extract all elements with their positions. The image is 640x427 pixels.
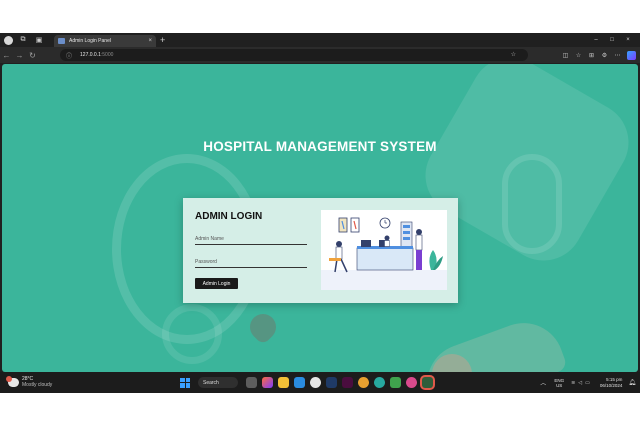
clock-date: 06/10/2024 xyxy=(599,382,623,388)
more-menu-icon[interactable]: ⋯ xyxy=(611,52,624,59)
copilot-app-icon[interactable] xyxy=(261,377,273,388)
workspaces-icon[interactable]: ⧉ xyxy=(17,35,29,45)
login-heading: ADMIN LOGIN xyxy=(195,211,263,222)
chrome-icon[interactable] xyxy=(357,377,369,388)
cloudy-weather-icon xyxy=(6,375,19,387)
adobe-xd-icon[interactable] xyxy=(341,377,353,388)
tab-close-icon[interactable]: × xyxy=(148,38,152,44)
app-green-icon[interactable] xyxy=(389,377,401,388)
browser-window: ⧉ ▣ Admin Login Panel × + – □ × ← → ↻ ⓘ … xyxy=(0,33,640,393)
profile-avatar[interactable] xyxy=(4,35,13,45)
taskbar-search-label: Search xyxy=(203,379,219,386)
minimize-button[interactable]: – xyxy=(588,37,604,43)
split-screen-icon[interactable]: ◫ xyxy=(559,52,572,59)
browser-toolbar: ◫ ☆ ⊞ ⚙ ⋯ xyxy=(559,49,636,61)
file-explorer-icon[interactable] xyxy=(277,377,289,388)
extensions-icon[interactable]: ⚙ xyxy=(598,52,611,59)
mask-strap-decoration xyxy=(502,154,562,254)
refresh-icon[interactable]: ↻ xyxy=(26,51,39,60)
tab-title: Admin Login Panel xyxy=(69,38,111,44)
admin-name-input[interactable] xyxy=(195,231,307,245)
vscode-icon[interactable] xyxy=(293,377,305,388)
forward-icon[interactable]: → xyxy=(13,51,26,60)
site-info-icon[interactable]: ⓘ xyxy=(66,51,72,60)
taskbar-apps: Search xyxy=(180,375,435,390)
login-card: ADMIN LOGIN Admin Login xyxy=(183,198,458,303)
address-bar[interactable]: ⓘ 127.0.0.1:5000 ☆ xyxy=(60,49,528,61)
system-tray: ︿ ENG US ≋◁▭ 5:15 pm 06/10/2024 🔔︎ xyxy=(540,375,636,390)
network-sound-battery-icons[interactable]: ≋◁▭ xyxy=(571,380,593,386)
app-pink-icon[interactable] xyxy=(405,377,417,388)
edge-icon[interactable] xyxy=(373,377,385,388)
lang-bottom: US xyxy=(556,382,563,388)
new-tab-button[interactable]: + xyxy=(160,35,165,45)
favorite-star-icon[interactable]: ☆ xyxy=(511,51,522,58)
hospital-reception-illustration xyxy=(321,210,447,290)
weather-widget[interactable]: 28°C Mostly cloudy xyxy=(6,375,53,388)
page-content: HOSPITAL MANAGEMENT SYSTEM ADMIN LOGIN A… xyxy=(2,64,638,372)
app-a-icon[interactable] xyxy=(309,377,321,388)
tray-overflow-icon[interactable]: ︿ xyxy=(540,378,546,387)
photoshop-icon[interactable] xyxy=(325,377,337,388)
tab-actions-icon[interactable]: ▣ xyxy=(33,35,45,45)
copilot-icon[interactable] xyxy=(627,50,636,60)
language-indicator[interactable]: ENG US xyxy=(554,378,564,388)
taskbar-search[interactable]: Search xyxy=(198,377,238,388)
maximize-button[interactable]: □ xyxy=(604,37,620,43)
clock[interactable]: 5:15 pm 06/10/2024 xyxy=(600,377,623,388)
page-favicon-icon xyxy=(58,38,65,44)
terminal-icon[interactable] xyxy=(421,377,433,388)
address-row: ← → ↻ ⓘ 127.0.0.1:5000 ☆ xyxy=(0,47,640,63)
taskbar: 28°C Mostly cloudy Search ︿ ENG US ≋◁▭ 5… xyxy=(0,372,640,393)
url-port: :5000 xyxy=(100,52,114,58)
notification-bell-icon[interactable]: 🔔︎ xyxy=(628,379,636,386)
collections-icon[interactable]: ⊞ xyxy=(585,52,598,59)
window-controls: – □ × xyxy=(588,33,636,47)
heart-decoration xyxy=(244,308,282,346)
admin-login-button[interactable]: Admin Login xyxy=(195,278,238,289)
stethoscope-chestpiece-decoration xyxy=(162,304,222,364)
page-title: HOSPITAL MANAGEMENT SYSTEM xyxy=(203,139,437,154)
favorites-icon[interactable]: ☆ xyxy=(572,52,585,59)
weather-desc: Mostly cloudy xyxy=(22,382,53,388)
task-view-icon[interactable] xyxy=(245,377,257,388)
tab-admin-login[interactable]: Admin Login Panel × xyxy=(54,35,156,47)
close-window-button[interactable]: × xyxy=(620,37,636,43)
tab-bar: ⧉ ▣ Admin Login Panel × + – □ × xyxy=(0,33,640,47)
password-input[interactable] xyxy=(195,254,307,268)
windows-start-icon[interactable] xyxy=(180,377,190,388)
url-host: 127.0.0.1 xyxy=(80,52,101,58)
back-icon[interactable]: ← xyxy=(0,51,13,60)
